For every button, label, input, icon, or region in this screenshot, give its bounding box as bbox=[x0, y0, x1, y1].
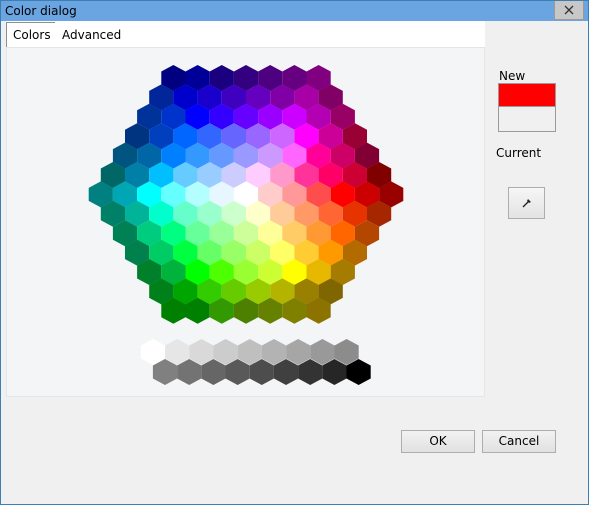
tab-advanced-label: Advanced bbox=[62, 28, 122, 42]
close-button[interactable] bbox=[554, 1, 584, 20]
current-color-swatch bbox=[498, 106, 556, 132]
tab-colors[interactable]: Colors bbox=[6, 22, 58, 49]
eyedropper-button[interactable] bbox=[508, 187, 545, 219]
new-color-label: New bbox=[499, 69, 526, 83]
window-title: Color dialog bbox=[5, 4, 77, 18]
close-icon bbox=[564, 5, 574, 15]
colors-panel bbox=[6, 47, 485, 397]
title-bar[interactable]: Color dialog bbox=[1, 1, 588, 21]
color-dialog-window: Color dialog Colors Advanced New Current… bbox=[0, 0, 589, 505]
cancel-button[interactable]: Cancel bbox=[482, 430, 556, 453]
new-color-swatch bbox=[498, 83, 556, 107]
tab-colors-label: Colors bbox=[13, 28, 51, 42]
ok-button[interactable]: OK bbox=[401, 430, 475, 453]
eyedropper-icon bbox=[522, 199, 531, 208]
current-color-label: Current bbox=[496, 146, 542, 160]
hexagon-color-palette[interactable] bbox=[7, 48, 484, 396]
tab-advanced[interactable]: Advanced bbox=[55, 22, 129, 48]
